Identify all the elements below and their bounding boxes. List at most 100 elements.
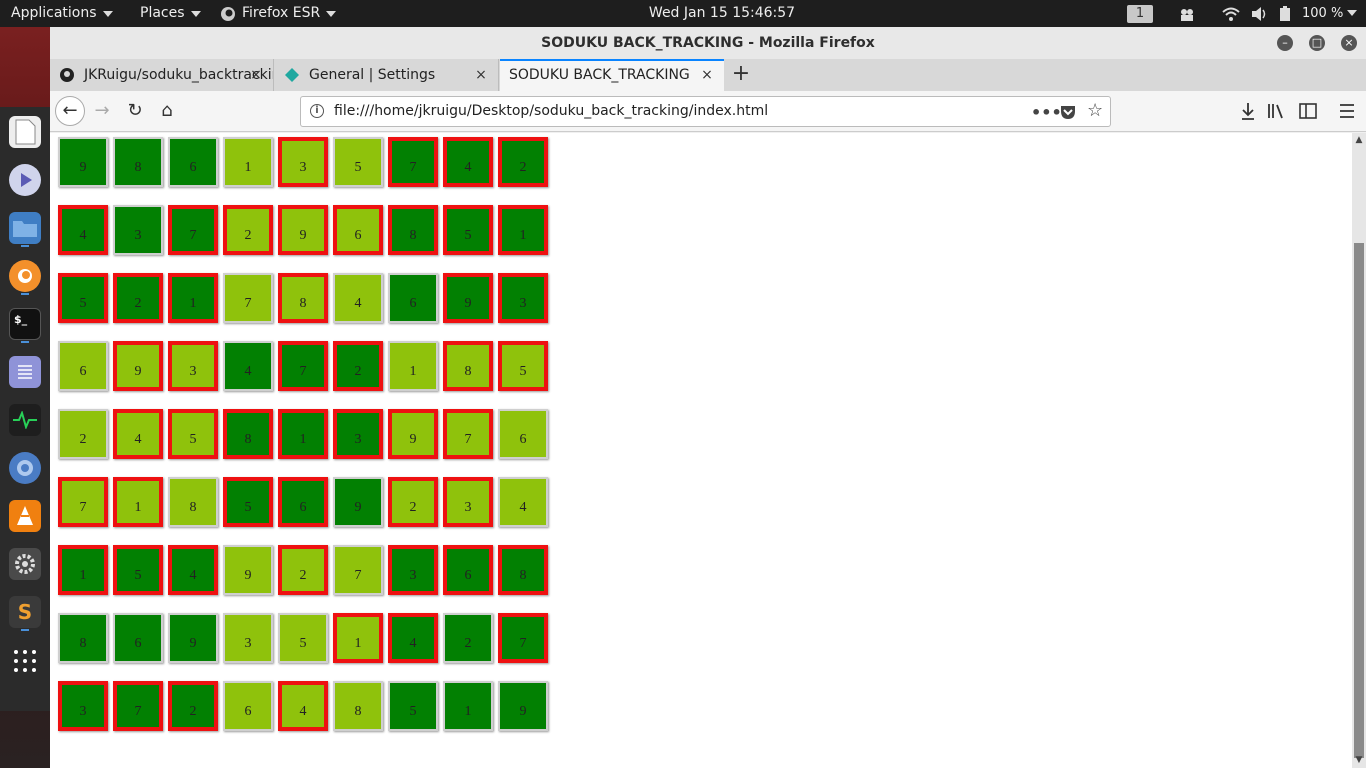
info-icon[interactable]: i bbox=[310, 104, 324, 118]
more-actions-icon[interactable]: ••• bbox=[1031, 103, 1062, 122]
sudoku-cell: 9 bbox=[278, 205, 328, 255]
home-button[interactable]: ⌂ bbox=[153, 97, 181, 125]
sidebar-icon[interactable] bbox=[1294, 97, 1322, 125]
gear-icon bbox=[15, 554, 35, 574]
running-indicator bbox=[21, 629, 29, 631]
sudoku-cell: 9 bbox=[58, 137, 108, 187]
close-tab-icon[interactable]: × bbox=[700, 68, 714, 82]
sudoku-cell: 8 bbox=[333, 681, 383, 731]
sudoku-cell: 1 bbox=[333, 613, 383, 663]
sudoku-cell: 6 bbox=[113, 613, 163, 663]
sudoku-cell: 1 bbox=[168, 273, 218, 323]
chevron-down-icon[interactable] bbox=[1347, 10, 1357, 17]
clock[interactable]: Wed Jan 15 15:46:57 bbox=[0, 0, 1366, 27]
bookmark-star-icon[interactable]: ☆ bbox=[1087, 100, 1103, 121]
sudoku-cell: 2 bbox=[113, 273, 163, 323]
back-button[interactable]: ← bbox=[55, 96, 85, 126]
sudoku-cell: 9 bbox=[333, 477, 383, 527]
sudoku-cell: 7 bbox=[278, 341, 328, 391]
firefox-dock-icon[interactable] bbox=[9, 260, 41, 292]
close-tab-icon[interactable]: × bbox=[249, 68, 263, 82]
navigation-toolbar: ← → ↻ ⌂ i file:///home/jkruigu/Desktop/s… bbox=[50, 91, 1366, 132]
hamburger-menu-icon[interactable] bbox=[1333, 97, 1361, 125]
tab-label: JKRuigu/soduku_backtracking bbox=[84, 67, 274, 83]
play-icon bbox=[21, 173, 32, 187]
show-applications-icon[interactable] bbox=[9, 645, 41, 677]
document-icon bbox=[15, 119, 36, 145]
sudoku-cell: 7 bbox=[223, 273, 273, 323]
system-monitor-icon[interactable] bbox=[9, 404, 41, 436]
camera-icon[interactable] bbox=[1178, 6, 1196, 22]
url-bar[interactable]: i file:///home/jkruigu/Desktop/soduku_ba… bbox=[300, 96, 1111, 127]
sudoku-cell: 3 bbox=[58, 681, 108, 731]
sudoku-cell: 8 bbox=[58, 613, 108, 663]
text-editor-icon[interactable] bbox=[9, 356, 41, 388]
sublime-text-icon[interactable]: S bbox=[9, 596, 41, 628]
sudoku-cell: 2 bbox=[278, 545, 328, 595]
sudoku-cell: 7 bbox=[333, 545, 383, 595]
pocket-icon[interactable] bbox=[1060, 104, 1076, 120]
dock: $_ S bbox=[0, 27, 50, 768]
sudoku-cell: 8 bbox=[443, 341, 493, 391]
battery-icon[interactable] bbox=[1279, 6, 1291, 22]
sudoku-cell: 6 bbox=[388, 273, 438, 323]
sudoku-cell: 6 bbox=[223, 681, 273, 731]
sudoku-cell: 1 bbox=[58, 545, 108, 595]
tab-github[interactable]: JKRuigu/soduku_backtracking × bbox=[50, 59, 274, 91]
download-icon[interactable] bbox=[1234, 97, 1262, 125]
scrollbar-thumb[interactable] bbox=[1354, 243, 1364, 758]
sudoku-cell: 2 bbox=[498, 137, 548, 187]
url-text[interactable]: file:///home/jkruigu/Desktop/soduku_back… bbox=[334, 97, 768, 126]
media-player-icon[interactable] bbox=[9, 164, 41, 196]
sudoku-cell: 9 bbox=[443, 273, 493, 323]
running-indicator bbox=[21, 293, 29, 295]
forward-button[interactable]: → bbox=[88, 97, 116, 125]
sudoku-cell: 3 bbox=[443, 477, 493, 527]
sudoku-cell: 1 bbox=[443, 681, 493, 731]
wifi-icon[interactable] bbox=[1222, 6, 1240, 22]
tab-general-settings[interactable]: General | Settings × bbox=[275, 59, 499, 91]
sudoku-cell: 9 bbox=[113, 341, 163, 391]
battery-percentage[interactable]: 100 % bbox=[1302, 0, 1343, 27]
chromium-icon[interactable] bbox=[9, 452, 41, 484]
sudoku-cell: 4 bbox=[223, 341, 273, 391]
scroll-up-icon[interactable]: ▲ bbox=[1354, 135, 1364, 145]
cone-icon bbox=[17, 506, 33, 525]
close-window-icon[interactable]: × bbox=[1341, 35, 1357, 51]
sudoku-cell: 4 bbox=[388, 613, 438, 663]
new-tab-button[interactable]: + bbox=[730, 63, 752, 86]
volume-icon[interactable] bbox=[1250, 6, 1268, 22]
letter-s-icon: S bbox=[17, 600, 33, 624]
vlc-icon[interactable] bbox=[9, 500, 41, 532]
maximize-icon[interactable]: □ bbox=[1309, 35, 1325, 51]
files-document-icon[interactable] bbox=[9, 116, 41, 148]
workspace-indicator[interactable]: 1 bbox=[1127, 5, 1153, 23]
running-indicator bbox=[21, 341, 29, 343]
browser-icon bbox=[17, 460, 33, 476]
sudoku-cell: 7 bbox=[388, 137, 438, 187]
pulse-icon bbox=[13, 411, 37, 429]
sudoku-cell: 2 bbox=[388, 477, 438, 527]
window-title: SODUKU BACK_TRACKING - Mozilla Firefox bbox=[50, 27, 1366, 59]
sudoku-cell: 4 bbox=[498, 477, 548, 527]
sudoku-cell: 1 bbox=[113, 477, 163, 527]
terminal-icon[interactable]: $_ bbox=[9, 308, 41, 340]
sudoku-cell: 6 bbox=[278, 477, 328, 527]
sudoku-cell: 8 bbox=[278, 273, 328, 323]
tab-soduku[interactable]: SODUKU BACK_TRACKING × bbox=[500, 59, 724, 91]
sudoku-cell: 2 bbox=[58, 409, 108, 459]
sudoku-cell: 6 bbox=[333, 205, 383, 255]
file-manager-icon[interactable] bbox=[9, 212, 41, 244]
minimize-icon[interactable]: – bbox=[1277, 35, 1293, 51]
sudoku-cell: 5 bbox=[113, 545, 163, 595]
reload-button[interactable]: ↻ bbox=[121, 97, 149, 125]
sudoku-cell: 9 bbox=[498, 681, 548, 731]
library-icon[interactable] bbox=[1262, 97, 1290, 125]
github-icon bbox=[60, 68, 74, 82]
vertical-scrollbar[interactable]: ▲ ▼ bbox=[1352, 133, 1366, 768]
close-tab-icon[interactable]: × bbox=[474, 68, 488, 82]
settings-icon[interactable] bbox=[9, 548, 41, 580]
scroll-down-icon[interactable]: ▼ bbox=[1354, 755, 1364, 765]
sudoku-cell: 3 bbox=[498, 273, 548, 323]
running-indicator bbox=[21, 245, 29, 247]
